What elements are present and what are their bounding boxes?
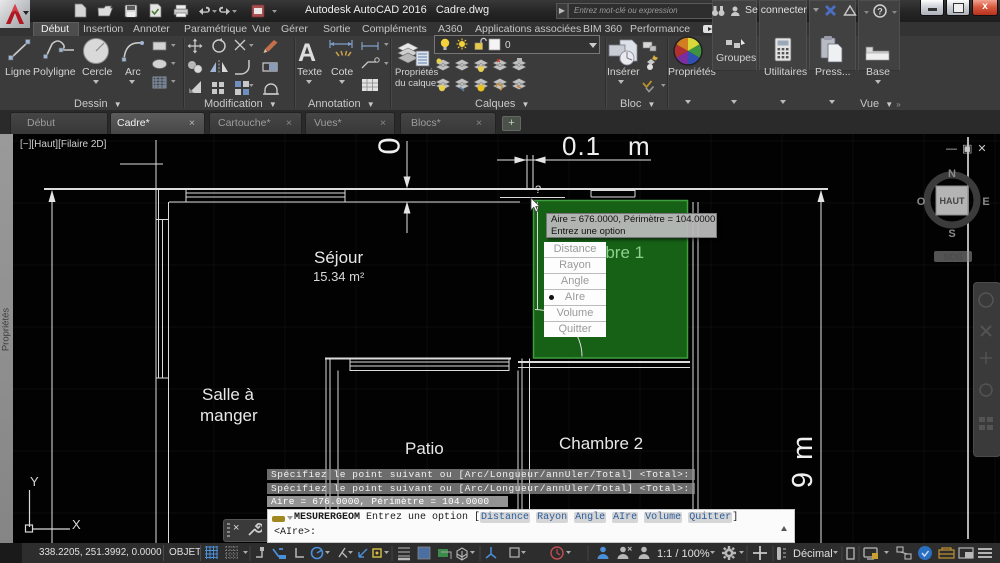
svg-text:Salle à: Salle à bbox=[202, 385, 255, 404]
svg-text:1:1 / 100%: 1:1 / 100% bbox=[657, 548, 710, 560]
svg-text:SCG: SCG bbox=[943, 252, 963, 262]
svg-text:manger: manger bbox=[200, 406, 258, 425]
svg-text:?: ? bbox=[877, 7, 883, 17]
svg-text:N: N bbox=[948, 168, 956, 180]
svg-text:0: 0 bbox=[372, 137, 407, 154]
svg-text:0.1: 0.1 bbox=[562, 134, 601, 161]
svg-text:9 m: 9 m bbox=[787, 434, 819, 488]
svg-text:0: 0 bbox=[505, 40, 511, 51]
svg-text:HAUT: HAUT bbox=[940, 196, 965, 206]
svg-text:S: S bbox=[948, 228, 955, 240]
svg-text:Décimal: Décimal bbox=[793, 548, 833, 560]
svg-text:X: X bbox=[72, 517, 81, 532]
svg-text:E: E bbox=[982, 196, 989, 208]
svg-text:15.34 m²: 15.34 m² bbox=[313, 269, 365, 284]
svg-text:Y: Y bbox=[30, 474, 39, 489]
svg-text:Séjour: Séjour bbox=[314, 248, 363, 267]
svg-text:O: O bbox=[917, 196, 926, 208]
svg-text:Chambre 2: Chambre 2 bbox=[559, 434, 643, 453]
svg-text:m: m bbox=[628, 134, 650, 161]
svg-text:?: ? bbox=[535, 184, 541, 196]
svg-text:Patio: Patio bbox=[405, 439, 444, 458]
